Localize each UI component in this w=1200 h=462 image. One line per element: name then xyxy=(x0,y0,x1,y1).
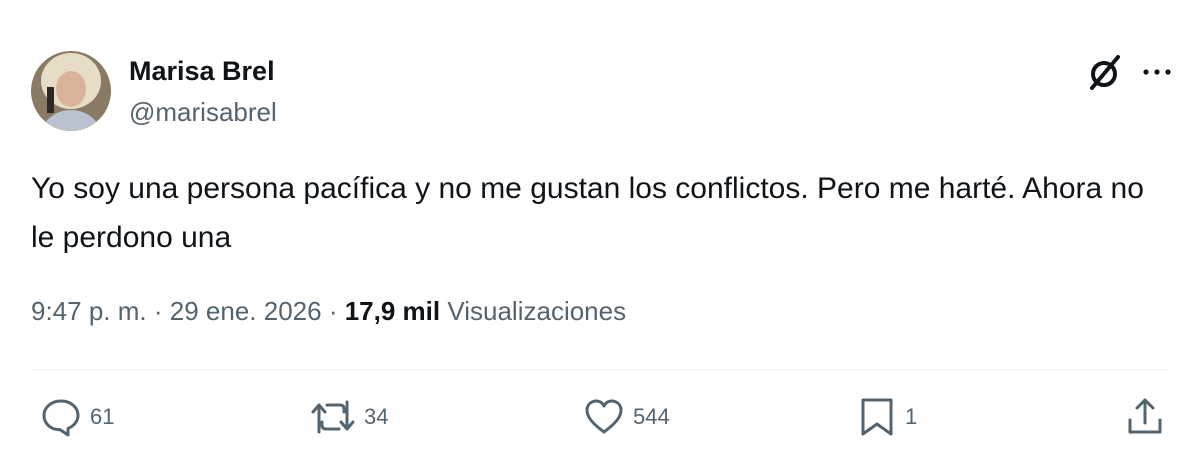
divider xyxy=(31,369,1169,370)
share-button[interactable] xyxy=(1125,396,1165,438)
retweet-icon xyxy=(311,400,355,434)
tweet-text: Yo soy una persona pacífica y no me gust… xyxy=(31,172,1144,254)
retweet-button[interactable]: 34 xyxy=(310,396,388,438)
heart-icon xyxy=(585,399,623,434)
like-button[interactable]: 544 xyxy=(583,396,670,438)
meta-separator: · xyxy=(153,296,163,326)
tweet-date[interactable]: 29 ene. 2026 xyxy=(170,296,322,326)
like-count: 544 xyxy=(633,404,670,429)
more-icon[interactable] xyxy=(1140,60,1174,84)
bookmark-icon xyxy=(861,398,893,436)
bookmark-button[interactable]: 1 xyxy=(857,396,917,438)
avatar[interactable] xyxy=(31,51,111,131)
grok-icon[interactable] xyxy=(1084,52,1124,92)
views-count: 17,9 mil xyxy=(344,296,441,326)
user-handle[interactable]: @marisabrel xyxy=(129,96,277,128)
retweet-count: 34 xyxy=(364,404,389,429)
share-icon xyxy=(1128,398,1162,434)
reply-count: 61 xyxy=(90,404,115,429)
reply-icon xyxy=(42,399,80,437)
display-name[interactable]: Marisa Brel xyxy=(129,54,275,88)
views-label: Visualizaciones xyxy=(447,296,627,326)
tweet-time[interactable]: 9:47 p. m. xyxy=(31,296,147,326)
bookmark-count: 1 xyxy=(905,404,918,429)
reply-button[interactable]: 61 xyxy=(40,396,114,438)
tweet-meta: 9:47 p. m. · 29 ene. 2026 · 17,9 mil Vis… xyxy=(31,293,626,329)
meta-separator: · xyxy=(328,296,338,326)
